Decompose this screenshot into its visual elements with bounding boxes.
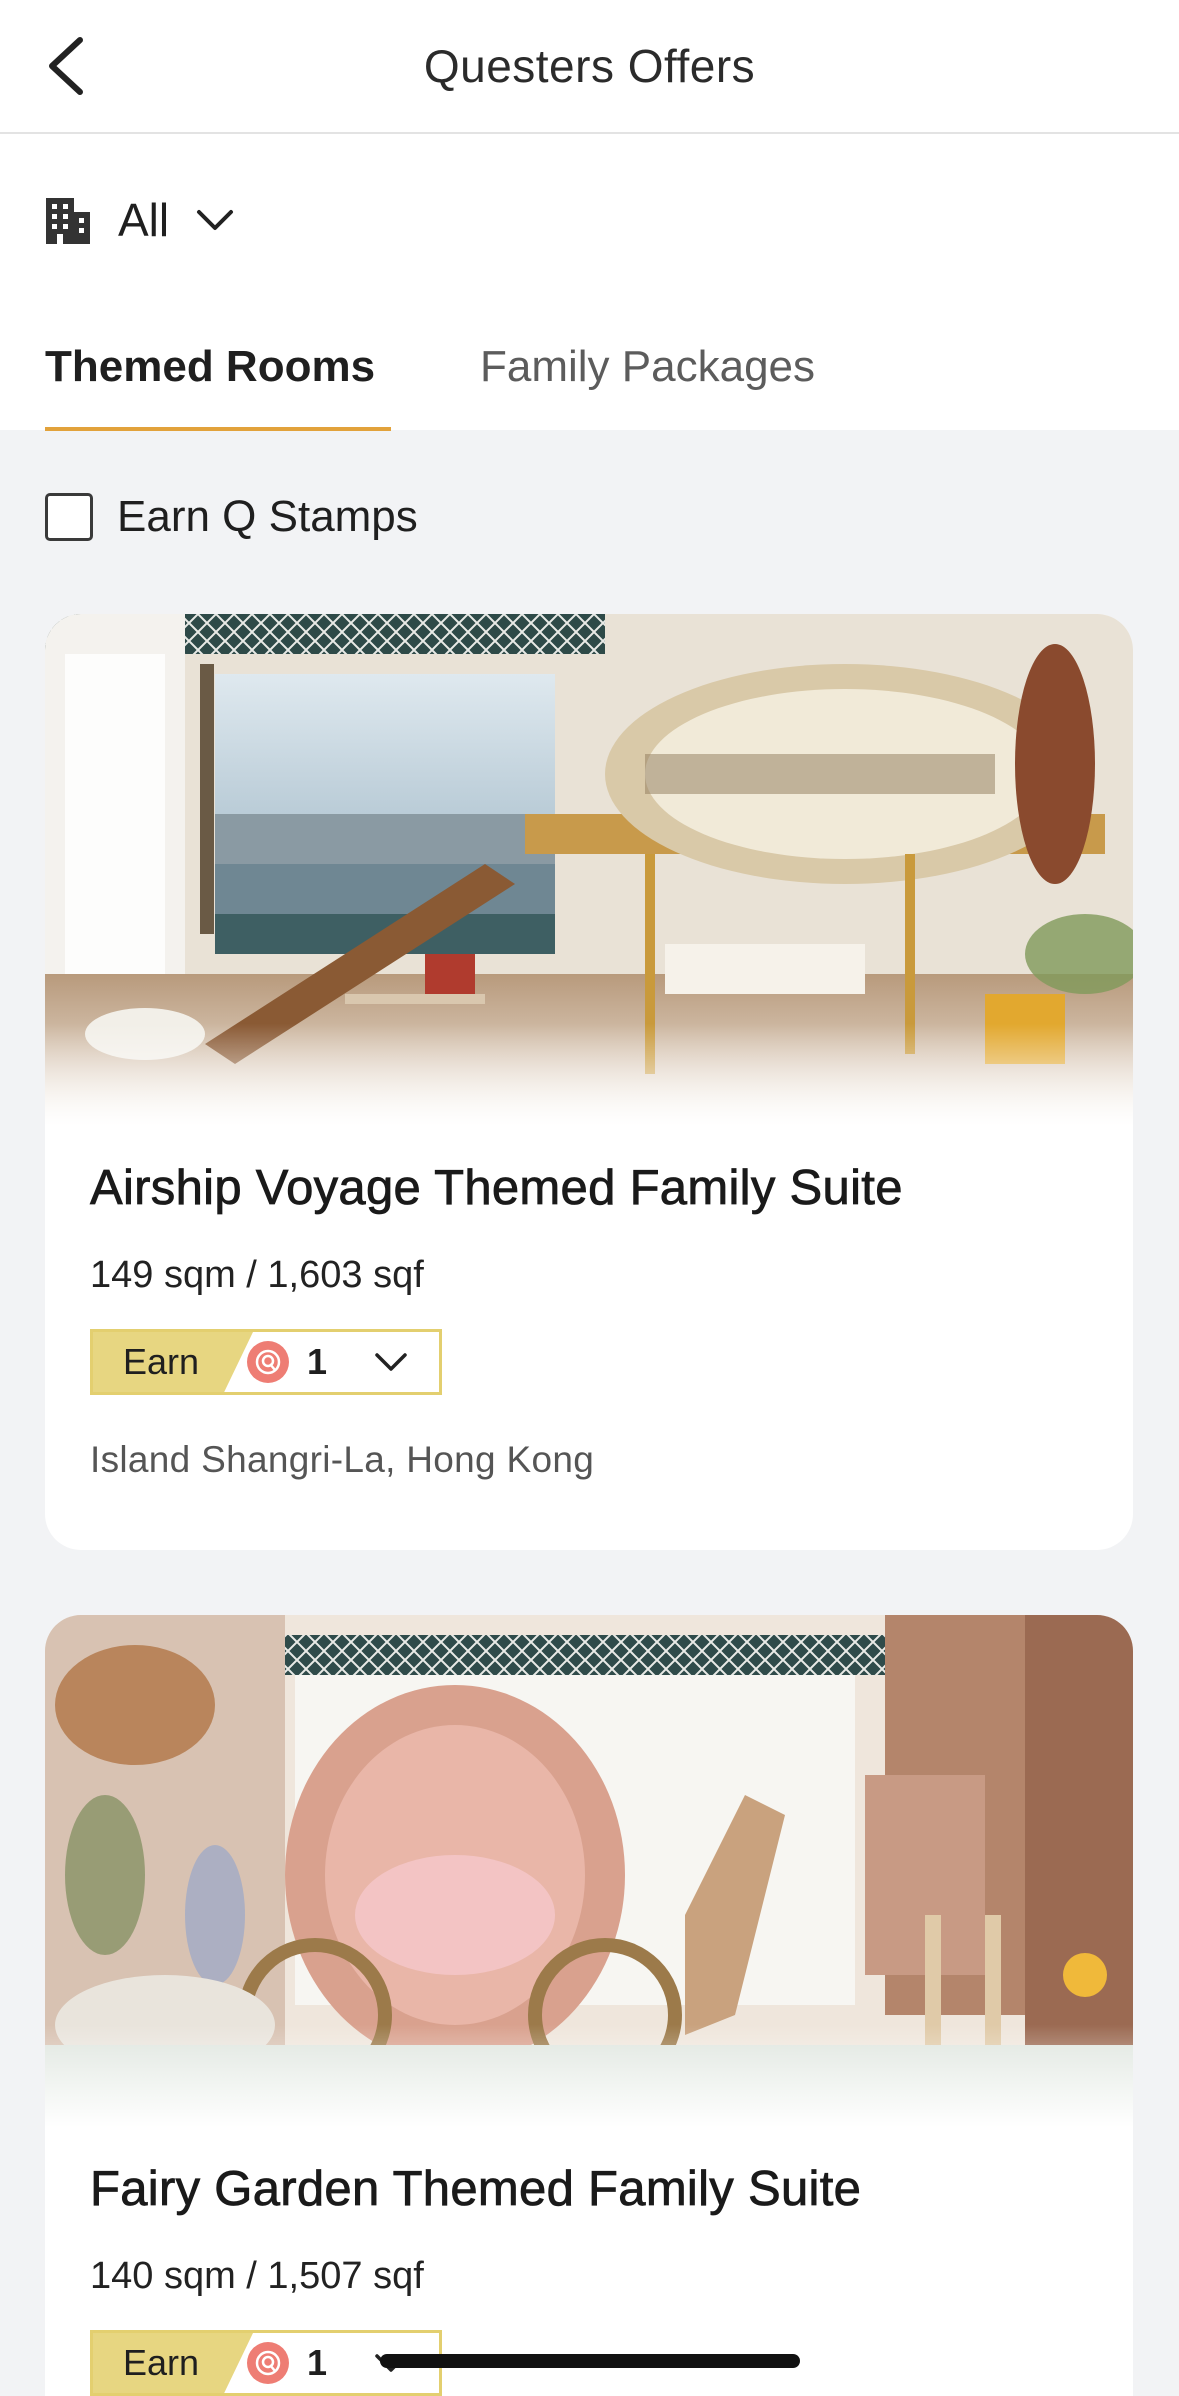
- home-indicator[interactable]: [380, 2354, 800, 2368]
- offer-card[interactable]: Fairy Garden Themed Family Suite 140 sqm…: [45, 1615, 1133, 2396]
- offer-card[interactable]: Airship Voyage Themed Family Suite 149 s…: [45, 614, 1133, 1550]
- top-nav-bar: Questers Offers: [0, 0, 1179, 134]
- active-tab-indicator: [45, 427, 391, 431]
- offer-title: Fairy Garden Themed Family Suite: [90, 2162, 862, 2217]
- stamp-count: 1: [307, 1341, 328, 1382]
- earn-q-stamps-filter[interactable]: Earn Q Stamps: [45, 484, 418, 550]
- questers-offers-screen: Questers Offers All Themed Rooms Family …: [0, 0, 1179, 2396]
- chevron-down-icon: [197, 210, 234, 230]
- chevron-down-icon: [373, 1351, 409, 1373]
- filter-section: All Themed Rooms Family Packages: [0, 134, 1179, 431]
- q-stamp-icon: [247, 2342, 289, 2384]
- offer-title: Airship Voyage Themed Family Suite: [90, 1161, 903, 1216]
- offer-image-airship-suite: [45, 614, 1133, 1126]
- page-title: Questers Offers: [423, 40, 756, 92]
- stamp-count: 1: [307, 2342, 328, 2383]
- earn-stamps-value: 1: [247, 1332, 439, 1392]
- earn-q-stamps-checkbox[interactable]: [45, 493, 93, 541]
- chevron-left-icon: [49, 37, 83, 95]
- tab-family-packages[interactable]: Family Packages: [480, 304, 815, 430]
- offer-image-fairy-garden-suite: [45, 1615, 1133, 2127]
- building-icon: [46, 198, 90, 244]
- earn-stamps-badge[interactable]: Earn 1: [90, 1329, 442, 1395]
- offer-hotel-name: Island Shangri-La, Hong Kong: [90, 1439, 595, 1480]
- offer-tabs: Themed Rooms Family Packages: [0, 304, 1179, 430]
- earn-label: Earn: [93, 1332, 253, 1392]
- offer-room-size: 140 sqm / 1,507 sqf: [90, 2255, 424, 2297]
- earn-q-stamps-label: Earn Q Stamps: [117, 492, 418, 541]
- hotel-filter-value: All: [118, 194, 170, 246]
- offer-details: Airship Voyage Themed Family Suite 149 s…: [45, 1160, 1133, 1481]
- q-stamp-icon: [247, 1341, 289, 1383]
- hotel-filter-dropdown[interactable]: All: [44, 184, 235, 256]
- back-button[interactable]: [30, 30, 102, 102]
- tab-themed-rooms[interactable]: Themed Rooms: [45, 304, 391, 430]
- earn-label: Earn: [93, 2333, 253, 2393]
- offer-room-size: 149 sqm / 1,603 sqf: [90, 1254, 424, 1296]
